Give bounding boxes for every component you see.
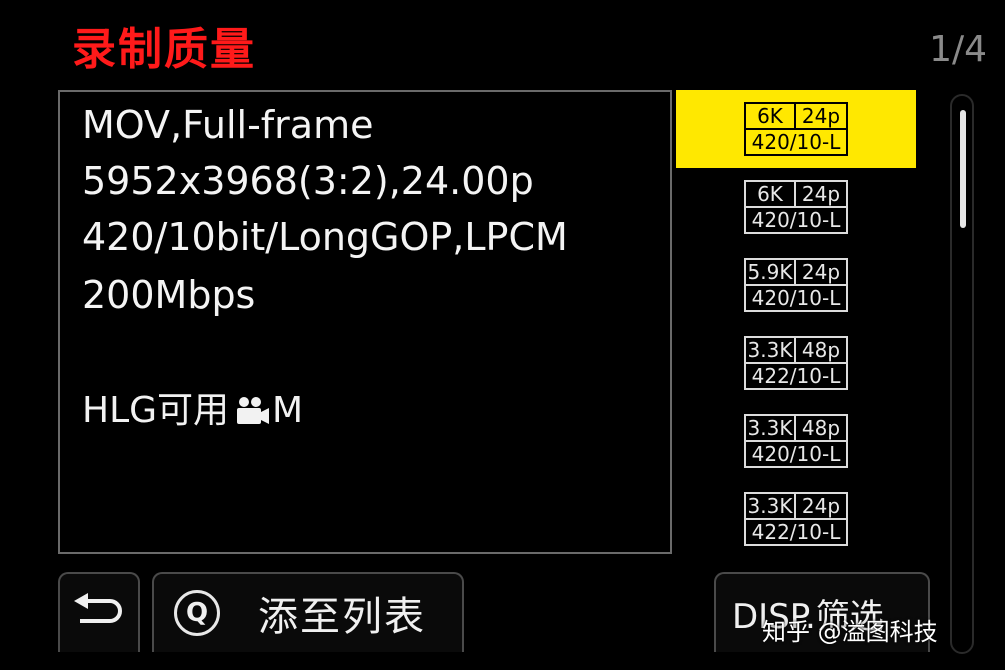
scrollbar[interactable]	[950, 94, 974, 654]
hlg-info: HLG可用 M	[82, 388, 303, 434]
quality-item[interactable]: 3.3K 48p 420/10-L	[676, 402, 916, 480]
screen-title: 录制质量	[72, 24, 256, 75]
badge-framerate: 24p	[801, 494, 841, 518]
add-to-list-button[interactable]: Q 添至列表	[152, 572, 464, 652]
info-panel: MOV,Full-frame 5952x3968(3:2),24.00p 420…	[58, 90, 672, 554]
quality-badge: 6K 24p 420/10-L	[744, 102, 848, 156]
badge-resolution: 3.3K	[746, 416, 796, 440]
hlg-mode-label: M	[272, 390, 304, 431]
badge-format: 422/10-L	[751, 520, 841, 544]
scrollbar-thumb[interactable]	[960, 110, 966, 228]
quality-badge: 3.3K 24p 422/10-L	[744, 492, 848, 546]
quality-badge: 5.9K 24p 420/10-L	[744, 258, 848, 312]
info-line-container: MOV,Full-frame	[82, 103, 374, 147]
badge-resolution: 3.3K	[746, 494, 796, 518]
badge-framerate: 48p	[801, 416, 841, 440]
quality-badge: 6K 24p 420/10-L	[744, 180, 848, 234]
badge-format: 420/10-L	[751, 286, 841, 310]
add-to-list-label: 添至列表	[258, 594, 426, 640]
badge-format: 420/10-L	[751, 130, 841, 154]
badge-format: 420/10-L	[751, 208, 841, 232]
quality-item[interactable]: 6K 24p 420/10-L	[676, 90, 916, 168]
quality-item[interactable]: 3.3K 24p 422/10-L	[676, 480, 916, 558]
quality-item[interactable]: 6K 24p 420/10-L	[676, 168, 916, 246]
badge-framerate: 24p	[801, 182, 841, 206]
badge-resolution: 6K	[746, 182, 796, 206]
quality-item[interactable]: 5.9K 24p 420/10-L	[676, 246, 916, 324]
badge-format: 420/10-L	[751, 442, 841, 466]
quality-badge: 3.3K 48p 422/10-L	[744, 336, 848, 390]
badge-resolution: 5.9K	[746, 260, 796, 284]
watermark: 知乎 @溢图科技	[762, 618, 938, 646]
badge-framerate: 24p	[801, 260, 841, 284]
hlg-label: HLG可用	[82, 390, 230, 431]
badge-framerate: 24p	[801, 104, 841, 128]
badge-format: 422/10-L	[751, 364, 841, 388]
back-button[interactable]	[58, 572, 140, 652]
info-line-bitrate: 200Mbps	[82, 273, 256, 317]
page-indicator: 1/4	[929, 29, 987, 70]
badge-framerate: 48p	[801, 338, 841, 362]
quality-item[interactable]: 3.3K 48p 422/10-L	[676, 324, 916, 402]
info-line-codec: 420/10bit/LongGOP,LPCM	[82, 215, 568, 259]
badge-resolution: 3.3K	[746, 338, 796, 362]
movie-camera-icon	[235, 396, 271, 426]
info-line-resolution: 5952x3968(3:2),24.00p	[82, 159, 534, 203]
quality-badge: 3.3K 48p 420/10-L	[744, 414, 848, 468]
q-button-icon: Q	[174, 590, 220, 636]
badge-resolution: 6K	[746, 104, 796, 128]
return-arrow-icon	[72, 591, 126, 635]
